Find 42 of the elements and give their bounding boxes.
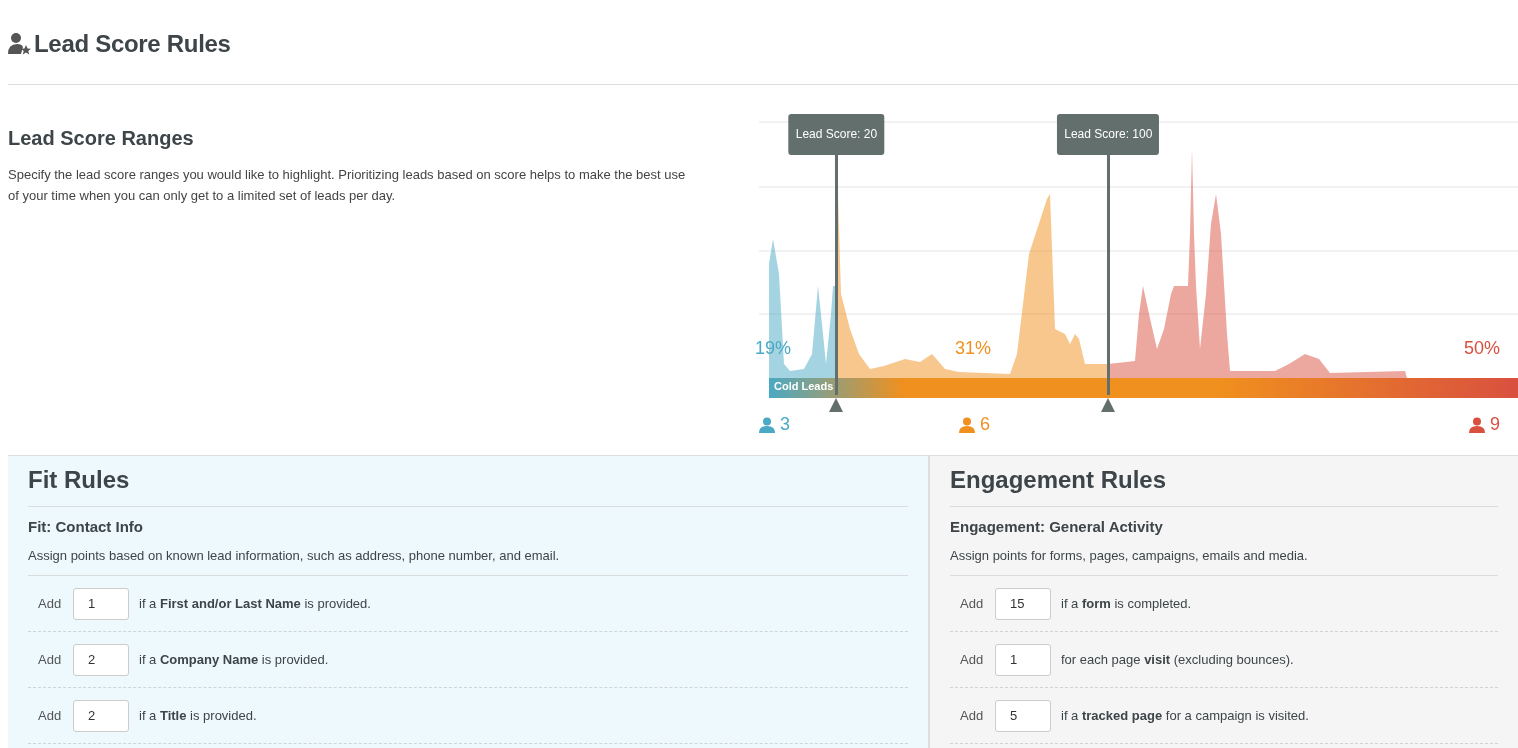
bar-label: Cold Leads	[774, 380, 834, 392]
points-field[interactable]: 5	[995, 699, 1051, 732]
rule-prefix: Add	[960, 652, 985, 667]
points-field[interactable]: 15	[995, 587, 1051, 620]
rule-text: if a tracked page for a campaign is visited.	[1061, 708, 1309, 723]
rule-text: if a Company Name is provided.	[139, 652, 329, 667]
rule-prefix: Add	[38, 596, 63, 611]
score-marker-label[interactable]: Lead Score: 20	[788, 114, 885, 155]
lead-count: 9	[1490, 414, 1500, 435]
points-field[interactable]: 1	[73, 587, 129, 620]
rule-prefix: Add	[38, 652, 63, 667]
score-marker-label[interactable]: Lead Score: 100	[1057, 114, 1160, 155]
points-field[interactable]: 2	[73, 699, 129, 732]
panel-title: Engagement Rules	[950, 466, 1498, 507]
points-field[interactable]: 1	[995, 643, 1051, 676]
user-star-icon	[8, 33, 32, 55]
marker-line[interactable]	[1106, 155, 1110, 395]
panel-description: Assign points based on known lead information, such as address, phone number, and email.	[28, 548, 908, 576]
rule-prefix: Add	[960, 596, 985, 611]
panel-description: Assign points for forms, pages, campaigns, emails and media.	[950, 548, 1498, 576]
rule-prefix: Add	[38, 708, 63, 723]
lead-count: 6	[980, 414, 990, 435]
marker-line[interactable]	[834, 155, 838, 395]
panel-title: Fit Rules	[28, 466, 908, 507]
person-icon	[1469, 416, 1485, 433]
rule-text: if a form is completed.	[1061, 596, 1192, 611]
section-description: Specify the lead score ranges you would like to highlight. Prioritizing leads based on score helps to make the best use of your time when you can only get to a limited set of leads per day.	[8, 166, 687, 205]
percent-label: 19%	[755, 338, 792, 359]
points-field[interactable]: 2	[73, 643, 129, 676]
lead-count: 3	[780, 414, 790, 435]
panel-subtitle: Fit: Contact Info	[28, 518, 144, 535]
rule-prefix: Add	[960, 708, 985, 723]
person-icon	[759, 416, 775, 433]
section-title: Lead Score Ranges	[8, 127, 195, 150]
percent-label: 31%	[955, 338, 992, 359]
page-title: Lead Score Rules	[34, 30, 231, 58]
person-icon	[959, 416, 975, 433]
percent-label: 50%	[1463, 338, 1500, 359]
panel-subtitle: Engagement: General Activity	[950, 518, 1164, 535]
rule-text: if a Title is provided.	[139, 708, 257, 723]
rule-text: if a First and/or Last Name is provided.	[139, 596, 371, 611]
rule-text: for each page visit (excluding bounces).	[1061, 652, 1294, 667]
